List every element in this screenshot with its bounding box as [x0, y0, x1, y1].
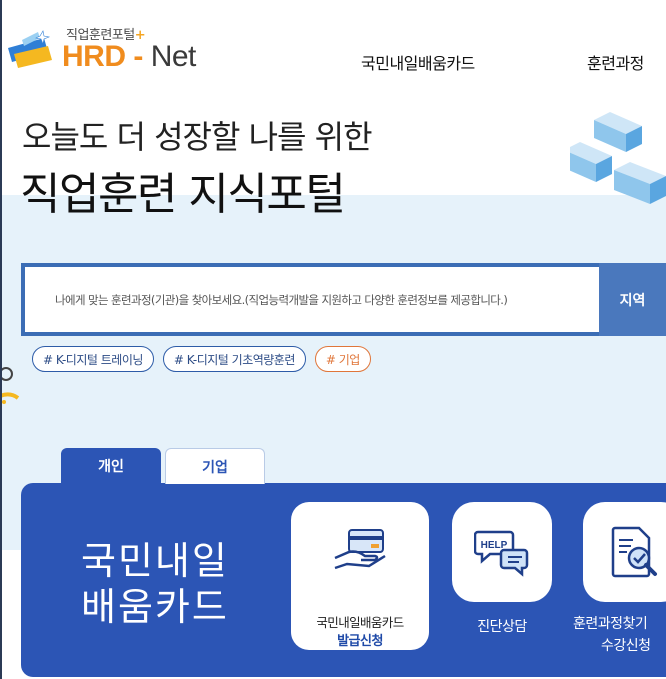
- card-in-hand-icon: [334, 529, 386, 570]
- nav-item-naeil-card[interactable]: 국민내일배움카드: [361, 50, 475, 74]
- tag-k-digital-training[interactable]: # K-디지털 트레이닝: [32, 346, 154, 372]
- help-chat-icon: HELP: [474, 530, 529, 577]
- diagnosis-consult-button[interactable]: HELP: [452, 502, 552, 602]
- tag-k-digital-basic[interactable]: # K-디지털 기초역량훈련: [162, 346, 306, 372]
- document-search-icon: [611, 526, 657, 578]
- logo-hrd-text: HRD: [62, 40, 126, 73]
- panel-title-line1: 국민내일: [81, 539, 229, 583]
- decorative-3d-blocks-icon: [570, 112, 666, 204]
- tag-company[interactable]: # 기업: [314, 346, 371, 372]
- course-search-box: 지역: [21, 263, 666, 336]
- tab-individual[interactable]: 개인: [61, 448, 161, 484]
- diagnosis-consult-label: 진단상담: [477, 619, 527, 635]
- tab-company[interactable]: 기업: [165, 448, 265, 484]
- card-issue-action: 발급신청: [337, 634, 383, 649]
- hashtag-list: # K-디지털 트레이닝 # K-디지털 기초역량훈련 # 기업: [32, 346, 371, 372]
- course-apply-label: 수강신청: [601, 638, 651, 654]
- hero-title: 직업훈련 지식포털: [20, 169, 346, 220]
- decorative-swirl-icon: [0, 367, 20, 404]
- logo-dash: -: [133, 40, 143, 73]
- logo-wordmark: HRD - Net: [62, 40, 196, 74]
- window-left-edge: [0, 0, 2, 679]
- panel-title-line2: 배움카드: [81, 585, 229, 629]
- panel-title: 국민내일 배움카드: [81, 538, 229, 630]
- course-search-label: 훈련과정찾기: [573, 616, 648, 632]
- naeil-card-panel: 국민내일 배움카드 국민내일배움카드 발급신청 HELP 진단상담 훈련과정찾기…: [21, 483, 666, 677]
- hrd-net-logo[interactable]: 직업훈련포털+ HRD - Net: [4, 22, 204, 78]
- course-search-input[interactable]: [25, 267, 597, 332]
- card-issue-application[interactable]: 국민내일배움카드 발급신청: [291, 502, 429, 650]
- logo-net-text: Net: [150, 40, 197, 73]
- card-issue-label: 국민내일배움카드: [316, 615, 404, 630]
- region-search-button[interactable]: 지역: [599, 263, 666, 336]
- logo-mark-icon: [8, 30, 52, 68]
- course-search-apply-button[interactable]: [583, 502, 666, 602]
- nav-item-training-course[interactable]: 훈련과정: [587, 50, 644, 74]
- site-header: 직업훈련포털+ HRD - Net 국민내일배움카드 훈련과정: [0, 0, 666, 100]
- hero-tagline: 오늘도 더 성장할 나를 위한: [22, 118, 373, 156]
